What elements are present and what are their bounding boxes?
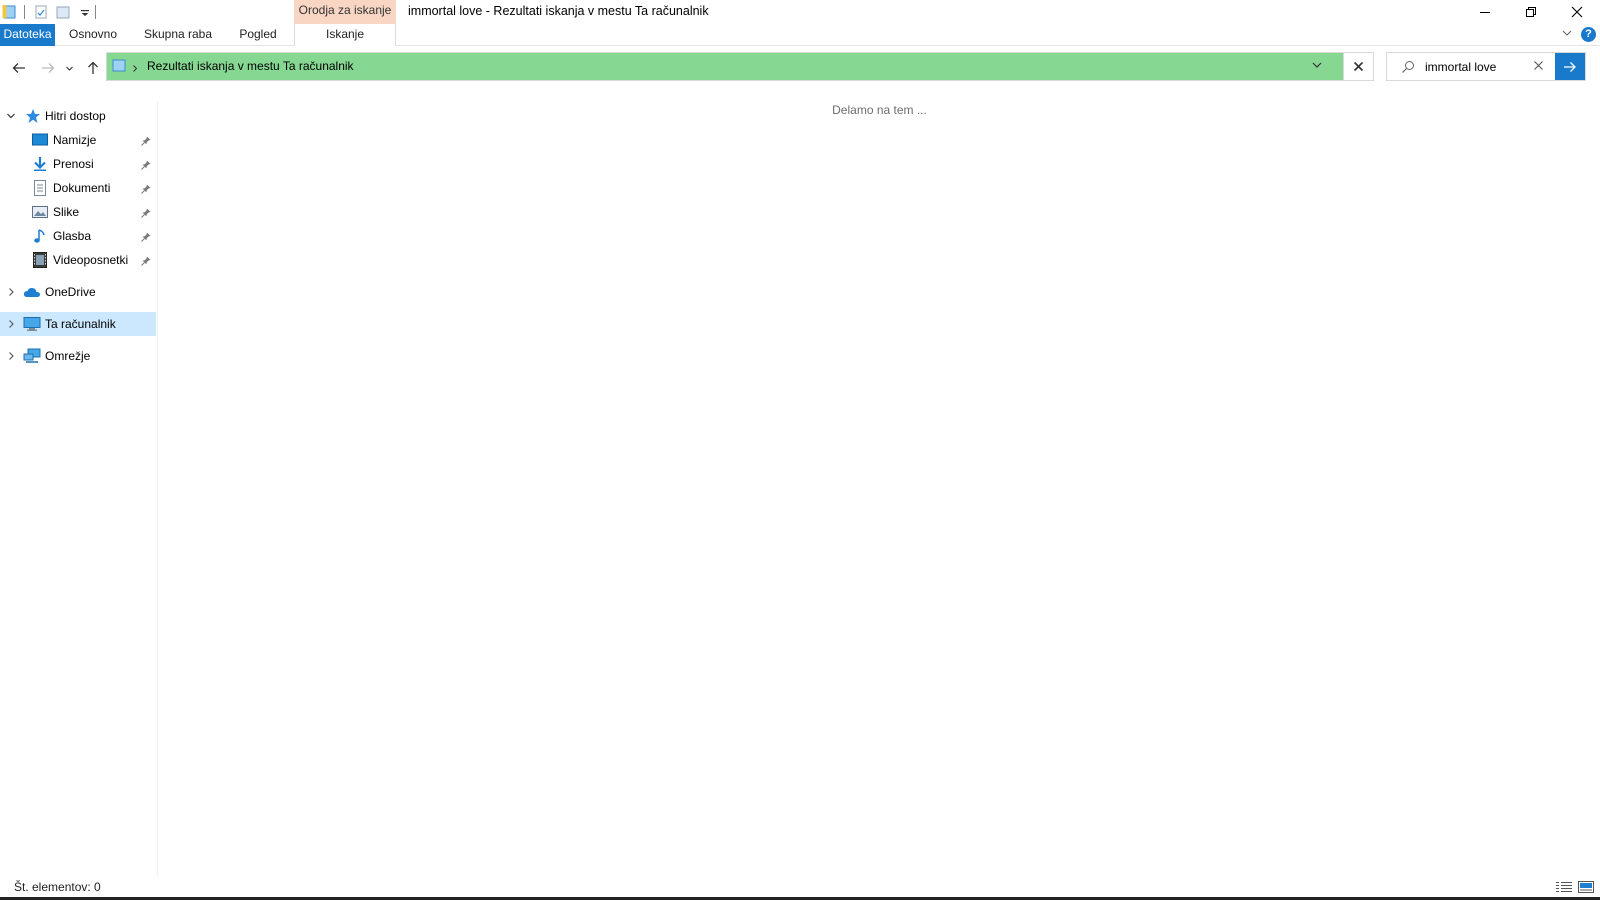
tab-share[interactable]: Skupna raba <box>140 24 216 46</box>
back-button[interactable] <box>8 58 30 78</box>
nav-label: Namizje <box>53 133 97 147</box>
close-icon <box>1571 6 1583 18</box>
forward-arrow-icon <box>42 63 55 73</box>
window-title: immortal love - Rezultati iskanja v mest… <box>408 4 709 18</box>
breadcrumb[interactable]: Rezultati iskanja v mestu Ta računalnik <box>147 53 354 80</box>
ribbon-tab-bar: Datoteka Osnovno Skupna raba Pogled Iska… <box>0 24 1600 46</box>
search-icon <box>1401 60 1415 77</box>
up-arrow-icon <box>88 61 98 74</box>
chevron-right-icon[interactable] <box>6 351 16 361</box>
nav-label: Omrežje <box>45 349 91 363</box>
nav-item-onedrive[interactable]: OneDrive <box>0 280 156 304</box>
quick-access-toolbar <box>0 0 102 24</box>
caption-buttons <box>1462 0 1600 24</box>
contextual-tab-group-label: Orodja za iskanje <box>294 0 396 24</box>
stop-search-button[interactable] <box>1343 53 1373 80</box>
tab-view[interactable]: Pogled <box>230 24 286 46</box>
pictures-icon <box>32 204 48 220</box>
properties-icon[interactable] <box>33 4 49 20</box>
desktop-icon <box>32 132 48 148</box>
navigation-pane: Hitri dostop Namizje Prenosi Dokumenti S… <box>0 102 158 878</box>
pin-icon[interactable] <box>141 135 151 149</box>
chevron-right-icon[interactable] <box>6 287 16 297</box>
pin-icon[interactable] <box>141 207 151 221</box>
back-arrow-icon <box>12 63 25 73</box>
new-folder-icon[interactable] <box>55 4 71 20</box>
chevron-down-icon <box>65 66 73 71</box>
recent-locations-button[interactable] <box>62 58 76 78</box>
customize-qat-icon[interactable] <box>77 4 93 20</box>
nav-label: Ta računalnik <box>45 317 116 331</box>
pin-icon[interactable] <box>141 159 151 173</box>
close-icon <box>1353 61 1364 72</box>
chevron-right-icon[interactable] <box>6 319 16 329</box>
search-go-button[interactable] <box>1555 53 1585 80</box>
minimize-icon <box>1480 12 1490 13</box>
breadcrumb-separator-icon[interactable] <box>131 62 139 76</box>
pin-icon[interactable] <box>141 183 151 197</box>
nav-label: Slike <box>53 205 80 219</box>
nav-item-network[interactable]: Omrežje <box>0 344 156 368</box>
clear-search-icon[interactable] <box>1533 60 1544 74</box>
nav-label: Dokumenti <box>53 181 111 195</box>
tab-home[interactable]: Osnovno <box>62 24 124 46</box>
address-bar[interactable]: Rezultati iskanja v mestu Ta računalnik <box>106 52 1374 81</box>
status-bar: Št. elementov: 0 <box>0 876 1600 898</box>
nav-item-documents[interactable]: Dokumenti <box>0 176 156 200</box>
music-icon <box>32 228 48 244</box>
nav-item-videos[interactable]: Videoposnetki <box>0 248 156 272</box>
nav-label: Glasba <box>53 229 92 243</box>
computer-icon <box>23 316 41 332</box>
up-button[interactable] <box>82 58 104 78</box>
restore-icon <box>1526 7 1536 17</box>
arrow-right-icon <box>1564 61 1576 72</box>
nav-label: OneDrive <box>45 285 96 299</box>
downloads-icon <box>32 156 48 172</box>
documents-icon <box>32 180 48 196</box>
nav-item-desktop[interactable]: Namizje <box>0 128 156 152</box>
nav-item-quick-access[interactable]: Hitri dostop <box>0 104 156 128</box>
tab-file[interactable]: Datoteka <box>0 24 55 46</box>
nav-label: Prenosi <box>53 157 94 171</box>
title-bar: Orodja za iskanje immortal love - Rezult… <box>0 0 1600 24</box>
search-box[interactable] <box>1386 52 1586 81</box>
nav-item-pictures[interactable]: Slike <box>0 200 156 224</box>
explorer-app-icon[interactable] <box>2 4 18 20</box>
large-icons-view-icon <box>1578 881 1594 893</box>
details-view-icon <box>1556 882 1572 892</box>
nav-label: Videoposnetki <box>53 253 129 267</box>
nav-item-this-pc[interactable]: Ta računalnik <box>0 312 156 336</box>
file-explorer-window: Orodja za iskanje immortal love - Rezult… <box>0 0 1600 900</box>
chevron-down-icon[interactable] <box>6 111 16 121</box>
searching-status-message: Delamo na tem ... <box>832 103 927 117</box>
address-row: Rezultati iskanja v mestu Ta računalnik <box>0 46 1600 88</box>
help-icon[interactable]: ? <box>1581 27 1596 42</box>
nav-item-music[interactable]: Glasba <box>0 224 156 248</box>
close-button[interactable] <box>1554 0 1600 24</box>
search-input[interactable] <box>1425 58 1535 76</box>
star-icon <box>25 108 41 124</box>
forward-button[interactable] <box>37 58 59 78</box>
network-icon <box>23 348 41 364</box>
details-view-button[interactable] <box>1556 881 1572 896</box>
file-list-area[interactable]: Delamo na tem ... <box>159 88 1600 878</box>
pin-icon[interactable] <box>141 255 151 269</box>
onedrive-cloud-icon <box>23 284 40 300</box>
restore-button[interactable] <box>1508 0 1554 24</box>
search-results-location-icon <box>111 58 127 77</box>
expand-ribbon-icon[interactable] <box>1561 27 1573 42</box>
nav-label: Hitri dostop <box>45 109 106 123</box>
large-icons-view-button[interactable] <box>1578 881 1594 896</box>
minimize-button[interactable] <box>1462 0 1508 24</box>
tab-search[interactable]: Iskanje <box>294 24 396 46</box>
pin-icon[interactable] <box>141 231 151 245</box>
nav-item-downloads[interactable]: Prenosi <box>0 152 156 176</box>
address-dropdown-icon[interactable] <box>1311 59 1323 74</box>
videos-icon <box>32 252 48 268</box>
item-count: Št. elementov: 0 <box>14 880 101 894</box>
